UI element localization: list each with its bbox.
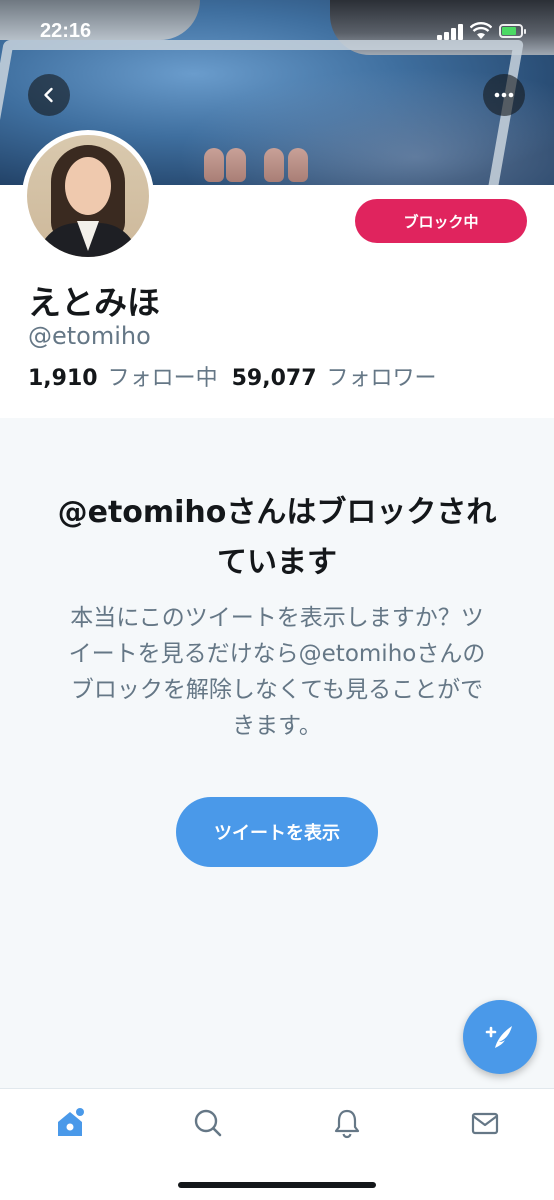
followers-count: 59,077	[231, 366, 317, 391]
mail-icon	[471, 1112, 499, 1135]
more-options-button[interactable]	[483, 74, 525, 116]
user-handle: @etomiho	[28, 322, 151, 350]
tab-search[interactable]	[188, 1103, 228, 1143]
avatar-image	[27, 135, 149, 257]
followers-label: フォロワー	[326, 366, 437, 391]
banner-feet	[204, 148, 314, 184]
tab-home[interactable]	[50, 1103, 90, 1143]
search-icon	[194, 1109, 222, 1137]
chevron-left-icon	[44, 87, 53, 103]
profile-stats: 1,910 フォロー中 59,077 フォロワー	[28, 360, 451, 392]
back-button[interactable]	[28, 74, 70, 116]
wifi-icon	[470, 22, 492, 39]
blocked-notice-title: @etomihoさんはブロックされています	[57, 495, 497, 580]
avatar[interactable]	[22, 130, 154, 262]
tab-notifications[interactable]	[327, 1103, 367, 1143]
following-label: フォロー中	[107, 366, 218, 391]
battery-cap	[524, 29, 526, 34]
status-bar: 22:16	[0, 0, 554, 62]
view-tweets-button[interactable]: ツイートを表示	[176, 797, 378, 867]
ellipsis-icon	[494, 92, 514, 98]
battery-icon	[499, 24, 523, 38]
display-name: えとみほ	[28, 283, 160, 322]
blocked-notice-body: 本当にこのツイートを表示しますか？ツイートを見るだけなら@etomihoさんのブ…	[68, 605, 486, 739]
tab-messages[interactable]	[465, 1103, 505, 1143]
blocked-button[interactable]: ブロック中	[355, 199, 527, 243]
bell-icon	[334, 1109, 360, 1139]
status-time: 22:16	[40, 20, 92, 42]
compose-tweet-button[interactable]	[463, 1000, 537, 1074]
signal-icon	[437, 24, 463, 40]
followers-link[interactable]: 59,077 フォロワー	[232, 360, 437, 392]
home-indicator[interactable]	[178, 1182, 376, 1188]
home-icon	[58, 1108, 84, 1136]
following-count: 1,910	[28, 366, 98, 391]
following-link[interactable]: 1,910 フォロー中	[28, 360, 218, 392]
compose-tweet-icon	[485, 1026, 512, 1048]
